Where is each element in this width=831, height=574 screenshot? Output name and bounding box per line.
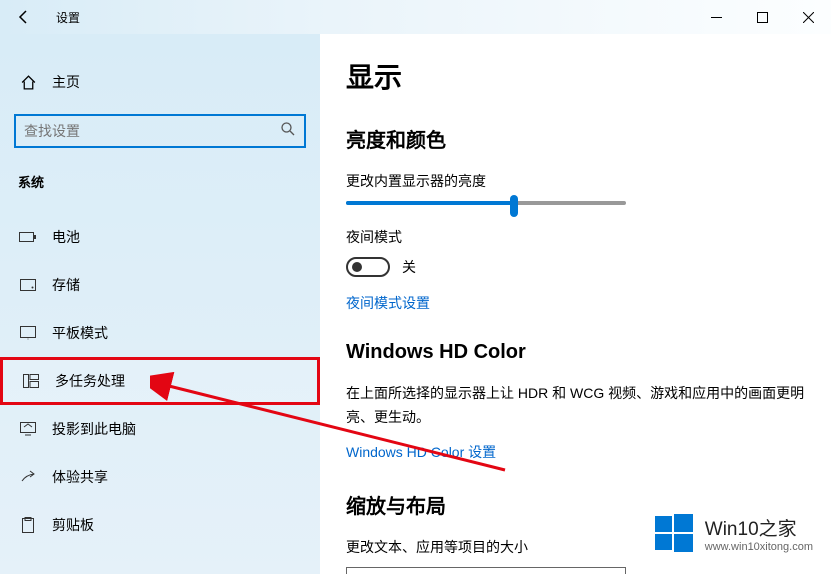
brightness-slider[interactable] [346, 201, 626, 205]
multitask-icon [21, 374, 41, 388]
nightlight-label: 夜间模式 [346, 227, 805, 247]
close-button[interactable] [785, 0, 831, 34]
home-nav[interactable]: 主页 [0, 62, 320, 102]
sidebar: 主页 系统 电池 存储 平板模式 多任务处理 [0, 34, 320, 574]
window-title: 设置 [56, 9, 80, 26]
sidebar-item-label: 剪贴板 [52, 515, 94, 535]
sidebar-item-label: 存储 [52, 275, 80, 295]
tablet-icon [18, 326, 38, 340]
slider-fill [346, 201, 514, 205]
sidebar-item-tablet[interactable]: 平板模式 [0, 309, 320, 357]
nightlight-state: 关 [402, 257, 416, 277]
sidebar-category: 系统 [0, 164, 320, 213]
windows-logo-icon [653, 512, 695, 554]
battery-icon [18, 231, 38, 243]
arrow-left-icon [16, 9, 32, 25]
watermark-title: Win10之家 [705, 514, 813, 541]
nightlight-toggle[interactable] [346, 257, 390, 277]
storage-icon [18, 279, 38, 291]
window-controls [693, 0, 831, 34]
clipboard-icon [18, 517, 38, 533]
brightness-label: 更改内置显示器的亮度 [346, 171, 805, 191]
minimize-button[interactable] [693, 0, 739, 34]
close-icon [803, 12, 814, 23]
sidebar-item-label: 电池 [52, 227, 80, 247]
sidebar-item-multitask[interactable]: 多任务处理 [0, 357, 320, 405]
maximize-icon [757, 12, 768, 23]
share-icon [18, 470, 38, 484]
sidebar-item-label: 投影到此电脑 [52, 419, 136, 439]
watermark-url: www.win10xitong.com [705, 541, 813, 553]
home-label: 主页 [52, 72, 80, 92]
sidebar-item-label: 平板模式 [52, 323, 108, 343]
sidebar-item-battery[interactable]: 电池 [0, 213, 320, 261]
search-input[interactable] [14, 114, 306, 148]
search-icon [280, 121, 296, 142]
search-field[interactable] [24, 123, 280, 139]
home-icon [18, 74, 38, 91]
scale-dropdown[interactable]: 100% (推荐) ⌄ [346, 567, 626, 574]
sidebar-item-storage[interactable]: 存储 [0, 261, 320, 309]
section-hdcolor-title: Windows HD Color [346, 341, 805, 364]
hdcolor-settings-link[interactable]: Windows HD Color 设置 [346, 442, 496, 462]
toggle-knob [352, 262, 362, 272]
project-icon [18, 422, 38, 436]
sidebar-item-clipboard[interactable]: 剪贴板 [0, 501, 320, 549]
page-title: 显示 [346, 56, 805, 96]
content-area: 显示 亮度和颜色 更改内置显示器的亮度 夜间模式 关 夜间模式设置 Window… [320, 34, 831, 574]
back-button[interactable] [0, 0, 48, 34]
slider-thumb[interactable] [510, 195, 518, 217]
sidebar-item-label: 多任务处理 [55, 371, 125, 391]
titlebar: 设置 [0, 0, 831, 34]
sidebar-item-project[interactable]: 投影到此电脑 [0, 405, 320, 453]
hdcolor-description: 在上面所选择的显示器上让 HDR 和 WCG 视频、游戏和应用中的画面更明亮、更… [346, 382, 805, 430]
sidebar-item-share[interactable]: 体验共享 [0, 453, 320, 501]
maximize-button[interactable] [739, 0, 785, 34]
nightlight-settings-link[interactable]: 夜间模式设置 [346, 293, 430, 313]
watermark: Win10之家 www.win10xitong.com [653, 512, 813, 554]
minimize-icon [711, 12, 722, 23]
section-brightness-title: 亮度和颜色 [346, 124, 805, 153]
sidebar-item-label: 体验共享 [52, 467, 108, 487]
